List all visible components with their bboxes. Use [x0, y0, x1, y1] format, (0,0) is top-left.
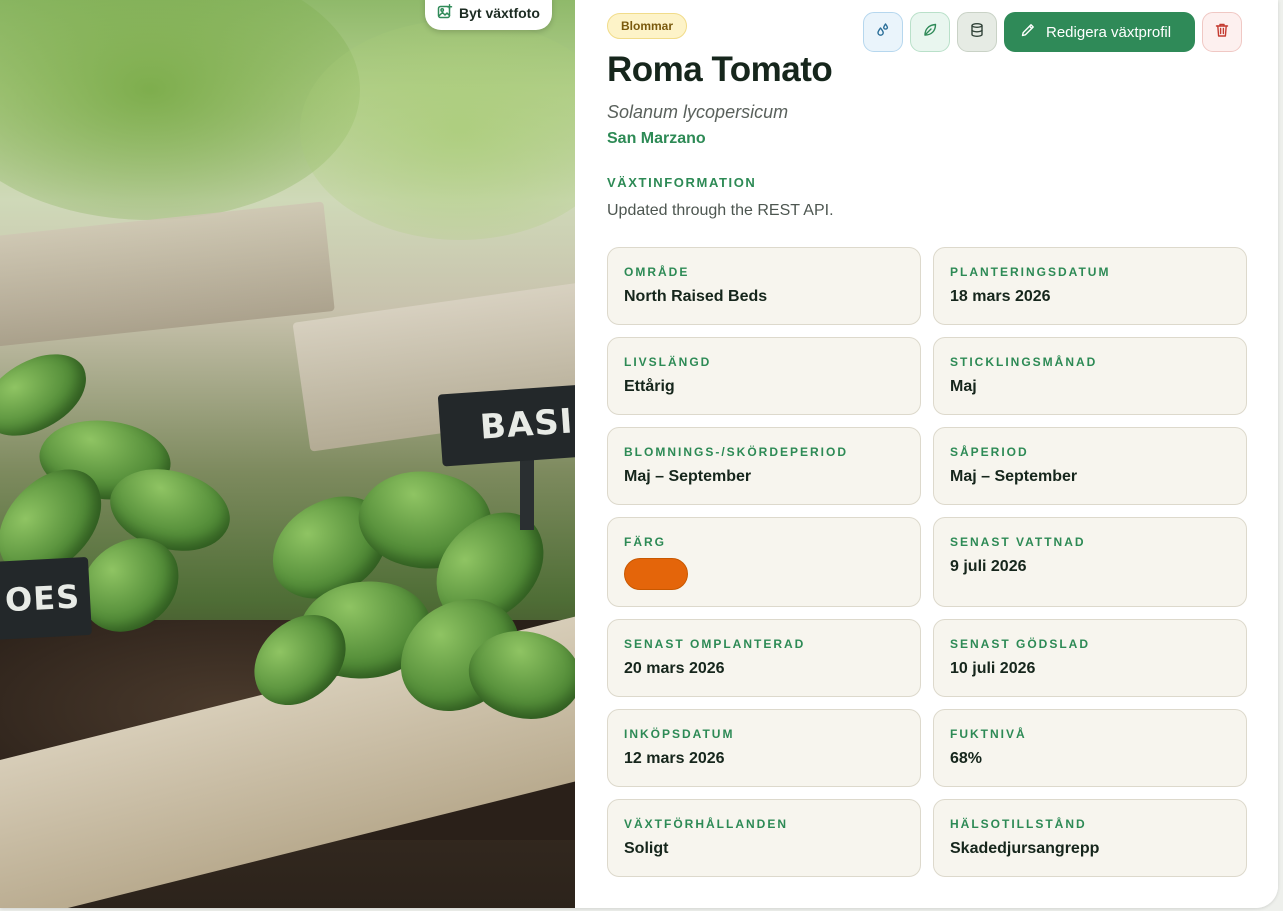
detail-value: Ettårig [624, 378, 675, 395]
plant-photo: BASIL OES Byt växtfoto [0, 0, 575, 908]
photo-raised-bed [0, 201, 335, 349]
detail-value: 10 juli 2026 [950, 660, 1036, 677]
detail-purchase-date: INKÖPSDATUM 12 mars 2026 [607, 709, 921, 787]
detail-value: Maj – September [624, 468, 752, 485]
detail-last-fertilized: SENAST GÖDSLAD 10 juli 2026 [933, 619, 1247, 697]
detail-bloom-harvest-period: BLOMNINGS-/SKÖRDEPERIOD Maj – September [607, 427, 921, 505]
detail-sowing-period: SÅPERIOD Maj – September [933, 427, 1247, 505]
detail-value: 20 mars 2026 [624, 660, 725, 677]
detail-cutting-month: STICKLINGSMÅNAD Maj [933, 337, 1247, 415]
detail-growing-conditions: VÄXTFÖRHÅLLANDEN Soligt [607, 799, 921, 877]
data-button[interactable] [957, 12, 997, 52]
section-heading: VÄXTINFORMATION [607, 175, 757, 190]
image-edit-icon [437, 3, 453, 23]
detail-label: FUKTNIVÅ [950, 727, 1027, 741]
category-badge: Blommar [607, 13, 688, 39]
detail-label: SENAST GÖDSLAD [950, 637, 1091, 651]
plant-info-panel: Blommar Roma Tomato Solanum lycopersicum… [575, 0, 1278, 908]
detail-moisture-level: FUKTNIVÅ 68% [933, 709, 1247, 787]
detail-last-repotted: SENAST OMPLANTERAD 20 mars 2026 [607, 619, 921, 697]
detail-value: North Raised Beds [624, 288, 768, 305]
detail-value: 68% [950, 750, 983, 767]
change-photo-label: Byt växtfoto [459, 5, 540, 21]
fertilize-button[interactable] [910, 12, 950, 52]
detail-area: OMRÅDE North Raised Beds [607, 247, 921, 325]
detail-label: PLANTERINGSDATUM [950, 265, 1111, 279]
edit-plant-profile-button[interactable]: Redigera växtprofil [1004, 12, 1195, 52]
scientific-name: Solanum lycopersicum [607, 102, 789, 122]
database-icon [969, 22, 985, 43]
color-swatch [624, 558, 688, 590]
plant-detail-card: BASIL OES Byt växtfoto Blommar Roma Toma… [0, 0, 1278, 908]
pencil-icon [1020, 22, 1036, 42]
detail-label: SENAST VATTNAD [950, 535, 1086, 549]
detail-value: Skadedjursangrepp [950, 840, 1100, 857]
detail-lifespan: LIVSLÄNGD Ettårig [607, 337, 921, 415]
trash-icon [1214, 22, 1230, 43]
water-button[interactable] [863, 12, 903, 52]
detail-label: SENAST OMPLANTERAD [624, 637, 806, 651]
delete-plant-button[interactable] [1202, 12, 1242, 52]
detail-health-status: HÄLSOTILLSTÅND Skadedjursangrepp [933, 799, 1247, 877]
detail-planting-date: PLANTERINGSDATUM 18 mars 2026 [933, 247, 1247, 325]
detail-value: 18 mars 2026 [950, 288, 1051, 305]
photo-plant-tag-basil: BASIL [437, 381, 575, 467]
plant-description: Updated through the REST API. [607, 202, 834, 219]
detail-value: 9 juli 2026 [950, 558, 1027, 575]
edit-plant-profile-label: Redigera växtprofil [1046, 23, 1172, 41]
detail-label: HÄLSOTILLSTÅND [950, 817, 1087, 831]
photo-tag-stake [520, 450, 534, 530]
leaf-icon [922, 22, 938, 43]
action-toolbar: Redigera växtprofil [863, 12, 1242, 52]
detail-label: VÄXTFÖRHÅLLANDEN [624, 817, 788, 831]
detail-value: Soligt [624, 840, 669, 857]
detail-label: OMRÅDE [624, 265, 690, 279]
change-photo-button[interactable]: Byt växtfoto [425, 0, 552, 30]
detail-label: INKÖPSDATUM [624, 727, 735, 741]
detail-color: FÄRG [607, 517, 921, 607]
detail-label: STICKLINGSMÅNAD [950, 355, 1098, 369]
detail-value: 12 mars 2026 [624, 750, 725, 767]
photo-plant-tag-tomatoes: OES [0, 556, 92, 642]
water-drops-icon [875, 22, 891, 43]
detail-value: Maj [950, 378, 977, 395]
plant-name: Roma Tomato [607, 50, 833, 89]
cultivar-name: San Marzano [607, 130, 706, 147]
detail-value: Maj – September [950, 468, 1078, 485]
detail-label: BLOMNINGS-/SKÖRDEPERIOD [624, 445, 849, 459]
detail-label: FÄRG [624, 535, 666, 549]
detail-label: SÅPERIOD [950, 445, 1029, 459]
detail-last-watered: SENAST VATTNAD 9 juli 2026 [933, 517, 1247, 607]
detail-label: LIVSLÄNGD [624, 355, 712, 369]
